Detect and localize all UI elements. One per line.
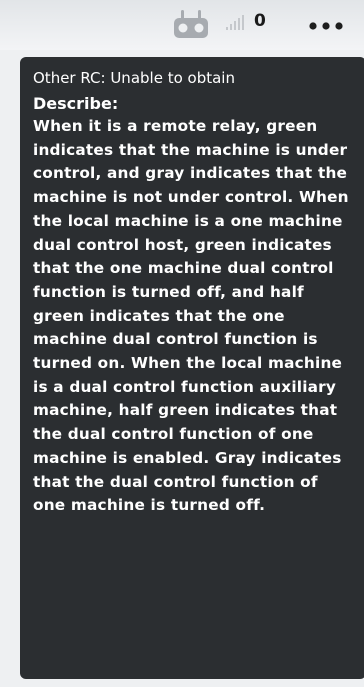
describe-title: Describe: xyxy=(33,94,119,113)
signal-strength-icon xyxy=(225,12,249,32)
remote-controller-icon[interactable] xyxy=(172,8,212,40)
describe-body: When it is a remote relay, green indicat… xyxy=(33,117,349,515)
rc-status-tooltip: Other RC: Unable to obtain Describe: Whe… xyxy=(20,57,364,679)
more-dots-icon[interactable] xyxy=(308,16,350,30)
top-status-bar: 0 xyxy=(0,0,364,50)
other-rc-status: Other RC: Unable to obtain xyxy=(33,69,235,87)
signal-count: 0 xyxy=(254,11,266,31)
